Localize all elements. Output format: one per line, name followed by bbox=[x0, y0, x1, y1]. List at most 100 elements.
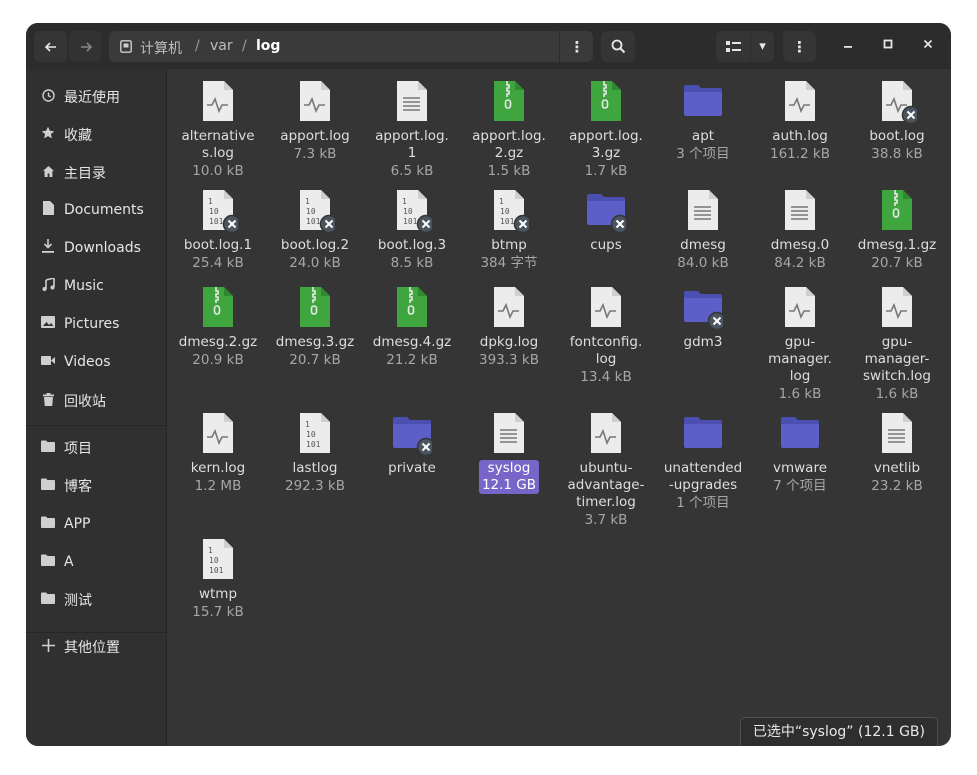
path-bar[interactable]: 计算机 / var / log ⋮ bbox=[109, 31, 593, 62]
file-size: 1.5 kB bbox=[487, 163, 531, 179]
sidebar-item[interactable]: 收藏 bbox=[26, 117, 166, 153]
file-item[interactable]: gpu-manager. log 1.6 kB bbox=[752, 285, 848, 403]
file-item[interactable]: 1 10 101 btmp 384 字节 bbox=[461, 188, 557, 272]
back-button[interactable] bbox=[34, 31, 67, 62]
file-item[interactable]: dmesg.0 84.2 kB bbox=[752, 188, 848, 272]
file-item[interactable]: 1 10 101 boot.log.2 24.0 kB bbox=[267, 188, 363, 272]
sidebar-item[interactable]: Downloads bbox=[26, 230, 166, 266]
file-item[interactable]: cups bbox=[558, 188, 654, 254]
file-item[interactable]: apport.log. 2.gz 1.5 kB bbox=[461, 79, 557, 180]
file-item[interactable]: 1 10 101 boot.log.3 8.5 kB bbox=[364, 188, 460, 272]
file-item[interactable]: boot.log 38.8 kB bbox=[849, 79, 945, 163]
file-item[interactable]: apport.log. 3.gz 1.7 kB bbox=[558, 79, 654, 180]
file-name: gdm3 bbox=[683, 334, 723, 350]
minimize-button[interactable] bbox=[838, 38, 858, 54]
log-file-icon bbox=[780, 285, 820, 329]
file-item[interactable]: gdm3 bbox=[655, 285, 751, 351]
file-item[interactable]: ubuntu-advantage-timer.log 3.7 kB bbox=[558, 411, 654, 529]
view-options-button[interactable]: ▾ bbox=[751, 31, 774, 62]
file-item[interactable]: vmware 7 个项目 bbox=[752, 411, 848, 495]
file-item[interactable]: vnetlib 23.2 kB bbox=[849, 411, 945, 495]
sidebar-item[interactable]: Music bbox=[26, 268, 166, 304]
svg-text:101: 101 bbox=[306, 440, 321, 449]
sidebar-item[interactable]: A bbox=[26, 544, 166, 580]
file-item[interactable]: 1 10 101 boot.log.1 25.4 kB bbox=[170, 188, 266, 272]
binary-file-icon: 1 10 101 bbox=[295, 188, 339, 234]
path-segment-var[interactable]: var bbox=[210, 38, 233, 54]
minimize-icon bbox=[844, 46, 852, 48]
file-item[interactable]: dmesg.2.gz 20.9 kB bbox=[170, 285, 266, 369]
folder-icon bbox=[39, 554, 57, 570]
file-item[interactable]: 1 10 101 wtmp 15.7 kB bbox=[170, 537, 266, 621]
svg-text:10: 10 bbox=[306, 207, 316, 216]
svg-text:1: 1 bbox=[499, 197, 504, 206]
file-size: 10.0 kB bbox=[192, 163, 244, 179]
file-item[interactable]: dpkg.log 393.3 kB bbox=[461, 285, 557, 369]
path-segment-computer[interactable]: 计算机 bbox=[140, 38, 182, 58]
svg-text:101: 101 bbox=[500, 217, 515, 226]
file-item[interactable]: 1 10 101 lastlog 292.3 kB bbox=[267, 411, 363, 495]
file-item[interactable]: dmesg.3.gz 20.7 kB bbox=[267, 285, 363, 369]
file-size: 1 个项目 bbox=[676, 495, 730, 511]
file-item[interactable]: fontconfig. log 13.4 kB bbox=[558, 285, 654, 386]
file-item[interactable]: unattended -upgrades 1 个项目 bbox=[655, 411, 751, 512]
file-size: 1.6 kB bbox=[778, 386, 822, 402]
file-item[interactable]: apport.log. 1 6.5 kB bbox=[364, 79, 460, 180]
file-item[interactable]: apport.log 7.3 kB bbox=[267, 79, 363, 163]
sidebar-item-label: 其他位置 bbox=[64, 640, 120, 656]
file-name: boot.log.2 bbox=[280, 237, 350, 253]
sidebar-item[interactable]: 主目录 bbox=[26, 155, 166, 191]
archive-icon bbox=[392, 285, 432, 329]
path-segment-log[interactable]: log bbox=[256, 38, 280, 54]
main-menu-button[interactable]: ⋮ bbox=[783, 31, 816, 62]
file-item[interactable]: auth.log 161.2 kB bbox=[752, 79, 848, 163]
file-name: boot.log bbox=[869, 128, 925, 144]
star-icon bbox=[39, 126, 57, 144]
file-name: boot.log.3 bbox=[377, 237, 447, 253]
file-item[interactable]: dmesg.1.gz 20.7 kB bbox=[849, 188, 945, 272]
sidebar-item[interactable]: 最近使用 bbox=[26, 79, 166, 115]
file-item[interactable]: dmesg 84.0 kB bbox=[655, 188, 751, 272]
file-item[interactable]: alternative s.log 10.0 kB bbox=[170, 79, 266, 180]
forward-button[interactable] bbox=[69, 31, 102, 62]
sidebar-item-label: 收藏 bbox=[64, 128, 92, 144]
file-item[interactable]: private bbox=[364, 411, 460, 477]
sidebar-item[interactable]: 博客 bbox=[26, 468, 166, 504]
path-menu-button[interactable]: ⋮ bbox=[559, 31, 594, 62]
file-name: syslog 12.1 GB bbox=[461, 460, 557, 494]
archive-icon bbox=[198, 285, 238, 329]
chevron-down-icon: ▾ bbox=[759, 39, 766, 54]
maximize-icon bbox=[883, 39, 893, 49]
sidebar-item[interactable]: 其他位置 bbox=[26, 629, 166, 665]
selected-file-label: syslog 12.1 GB bbox=[478, 460, 540, 494]
path-separator: / bbox=[195, 38, 200, 54]
file-item[interactable]: kern.log 1.2 MB bbox=[170, 411, 266, 495]
folder-icon bbox=[683, 285, 727, 331]
file-name: apport.log. 1 bbox=[375, 128, 449, 161]
sidebar-item[interactable]: 回收站 bbox=[26, 383, 166, 419]
sidebar-item[interactable]: 测试 bbox=[26, 582, 166, 618]
view-toggle-button[interactable] bbox=[716, 31, 750, 62]
file-size: 6.5 kB bbox=[390, 163, 434, 179]
sidebar-item[interactable]: Pictures bbox=[26, 306, 166, 342]
file-size: 15.7 kB bbox=[192, 604, 244, 620]
archive-icon bbox=[586, 79, 626, 123]
log-file-icon bbox=[877, 285, 917, 329]
file-item[interactable]: dmesg.4.gz 21.2 kB bbox=[364, 285, 460, 369]
maximize-button[interactable] bbox=[878, 38, 898, 54]
sidebar-item[interactable]: 项目 bbox=[26, 430, 166, 466]
file-size: 1.6 kB bbox=[875, 386, 919, 402]
file-name: apt bbox=[691, 128, 715, 144]
file-item[interactable]: apt 3 个项目 bbox=[655, 79, 751, 163]
file-item[interactable]: gpu-manager-switch.log 1.6 kB bbox=[849, 285, 945, 403]
log-file-icon bbox=[586, 285, 626, 329]
vertical-dots-icon: ⋮ bbox=[792, 37, 807, 56]
binary-file-icon: 1 10 101 bbox=[489, 188, 533, 234]
log-file-icon bbox=[489, 285, 529, 329]
sidebar-item[interactable]: Videos bbox=[26, 344, 166, 380]
sidebar-item[interactable]: Documents bbox=[26, 192, 166, 228]
file-item[interactable]: syslog 12.1 GB bbox=[461, 411, 557, 494]
sidebar-item[interactable]: APP bbox=[26, 506, 166, 542]
search-button[interactable] bbox=[601, 31, 635, 62]
close-button[interactable] bbox=[918, 38, 938, 54]
